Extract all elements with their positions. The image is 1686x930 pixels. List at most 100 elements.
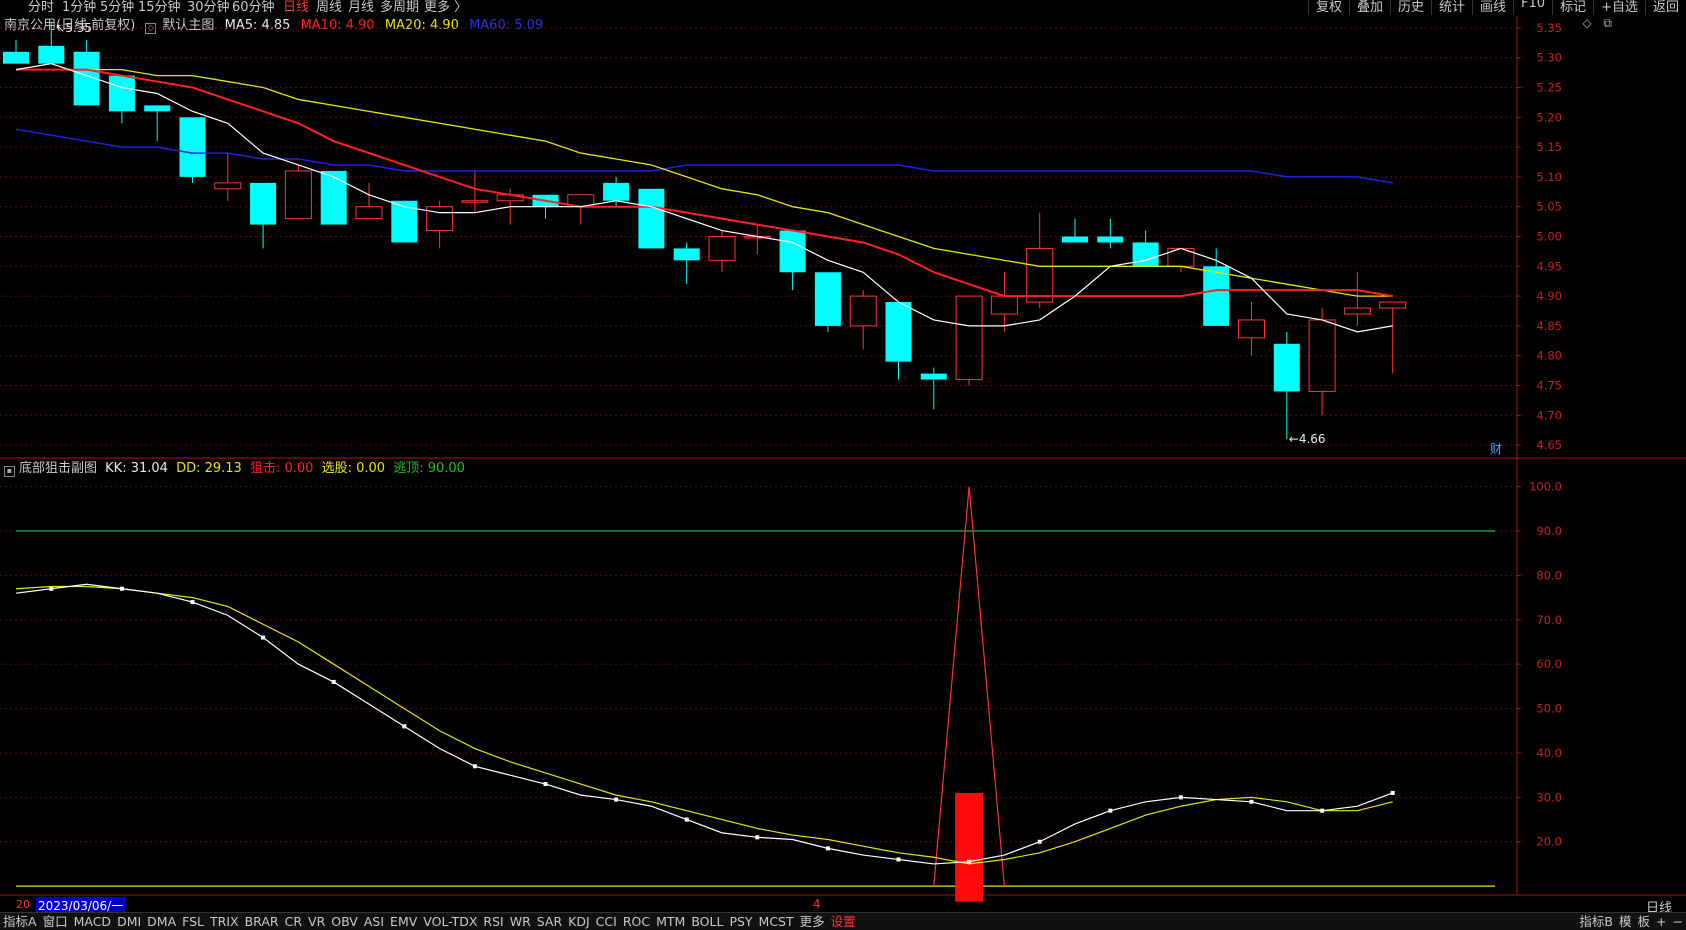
candle-body: [1273, 343, 1300, 392]
indicator-tab-5[interactable]: FSL: [179, 913, 207, 930]
indicator-tab-15[interactable]: WR: [507, 913, 534, 930]
candle: [250, 182, 277, 249]
candle-body: [603, 182, 630, 201]
candle: [1273, 331, 1300, 440]
low-price-label: ←4.66: [1289, 432, 1326, 446]
candle: [1238, 302, 1265, 356]
kk-marker: [825, 846, 830, 851]
indicator-tab-12[interactable]: EMV: [387, 913, 420, 930]
indicator-tab-13[interactable]: VOL-TDX: [420, 913, 480, 930]
kk-marker: [1108, 808, 1113, 813]
candle: [743, 224, 771, 255]
indicator-tab-4[interactable]: DMA: [144, 913, 179, 930]
snipe-bar: [955, 792, 984, 902]
indicator-tab-8[interactable]: CR: [282, 913, 305, 930]
candle: [1026, 212, 1054, 309]
indicator-tab-1[interactable]: 窗口: [40, 913, 71, 930]
chart-canvas[interactable]: 5.35 5.30 5.25 5.20 5.15 5.10 5.05 5.00 4.95 4.90…: [0, 0, 1686, 929]
candle-body: [955, 295, 983, 381]
candle-body: [1203, 266, 1230, 326]
indicator-tick-label: 70.0: [1536, 613, 1562, 627]
candle: [284, 164, 312, 220]
indicator-tab-7[interactable]: BRAR: [242, 913, 282, 930]
finance-marker: 财: [1490, 442, 1502, 456]
indicator-tab-17[interactable]: KDJ: [565, 913, 593, 930]
indicator-tab-21[interactable]: BOLL: [688, 913, 726, 930]
indicator-tab-14[interactable]: RSI: [480, 913, 506, 930]
indicator-tab-6[interactable]: TRIX: [207, 913, 242, 930]
indicator-tab-19[interactable]: ROC: [620, 913, 653, 930]
candle-body: [1062, 236, 1088, 243]
indicator-tab-3[interactable]: DMI: [114, 913, 144, 930]
price-tick-label: 5.10: [1536, 170, 1562, 184]
price-tick-label: 4.80: [1536, 349, 1562, 363]
indicator-tab-18[interactable]: CCI: [593, 913, 620, 930]
price-tick-label: 4.90: [1536, 289, 1562, 303]
indicator-tick-label: 80.0: [1536, 568, 1562, 582]
indicator-tab-22[interactable]: PSY: [726, 913, 755, 930]
candle-body: [638, 188, 665, 249]
candle-body: [3, 51, 29, 64]
bottom-right-button-3[interactable]: +: [1653, 913, 1669, 930]
price-tick-label: 5.15: [1536, 140, 1562, 154]
price-tick-label: 5.05: [1536, 200, 1562, 214]
indicator-tab-24[interactable]: 更多: [797, 913, 828, 930]
candle-body: [885, 302, 912, 362]
kk-marker: [684, 817, 689, 822]
candle-body: [214, 182, 242, 190]
kk-marker: [1037, 839, 1042, 844]
indicator-tab-2[interactable]: MACD: [71, 913, 114, 930]
price-tick-label: 4.95: [1536, 259, 1562, 273]
kk-marker: [896, 857, 901, 862]
indicator-tab-11[interactable]: ASI: [361, 913, 387, 930]
ma60-line: [15, 128, 1393, 184]
kk-marker: [1390, 790, 1395, 795]
candle-body: [814, 272, 841, 326]
candle: [179, 117, 206, 183]
bottom-right-button-2[interactable]: 板: [1635, 913, 1654, 930]
candle-body: [990, 295, 1018, 315]
indicator-tick-label: 100.0: [1529, 480, 1562, 494]
indicator-tab-23[interactable]: MCST: [756, 913, 797, 930]
price-tick-label: 4.85: [1536, 319, 1562, 333]
candle: [779, 230, 806, 291]
candle-body: [144, 105, 171, 112]
kk-marker: [331, 679, 336, 684]
kk-marker: [49, 586, 54, 591]
indicator-tab-0[interactable]: 指标A: [0, 913, 40, 930]
candle: [885, 302, 912, 380]
candle-body: [108, 75, 135, 112]
kk-marker: [261, 635, 266, 640]
kk-marker: [967, 859, 972, 864]
indicator-tab-10[interactable]: OBV: [328, 913, 361, 930]
indicator-tab-9[interactable]: VR: [305, 913, 328, 930]
indicator-tick-label: 20.0: [1536, 835, 1562, 849]
date-axis: 20 2023/03/06/一 4: [0, 897, 1633, 914]
candle: [1343, 272, 1371, 326]
candle: [920, 367, 947, 410]
kk-marker: [543, 782, 548, 787]
kk-marker: [1249, 799, 1254, 804]
date-prefix: 20: [16, 898, 30, 911]
candle: [426, 200, 454, 249]
kk-marker: [402, 724, 407, 729]
price-tick-label: 5.35: [1536, 21, 1562, 35]
price-tick-label: 5.30: [1536, 51, 1562, 65]
candle: [1097, 218, 1124, 249]
indicator-tick-label: 90.0: [1536, 524, 1562, 538]
price-tick-label: 5.00: [1536, 230, 1562, 244]
bottom-right-button-4[interactable]: −: [1670, 913, 1686, 930]
candle-body: [250, 182, 277, 225]
price-tick-label: 5.20: [1536, 110, 1562, 124]
indicator-tab-25[interactable]: 设置: [828, 913, 859, 930]
candle-body: [320, 170, 347, 225]
bottom-right-button-1[interactable]: 模: [1616, 913, 1635, 930]
candle-body: [179, 117, 206, 177]
candle: [1062, 218, 1088, 243]
bottom-right-button-0[interactable]: 指标B: [1576, 913, 1616, 930]
indicator-tab-20[interactable]: MTM: [653, 913, 688, 930]
indicator-tab-16[interactable]: SAR: [534, 913, 565, 930]
indicator-tick-label: 30.0: [1536, 790, 1562, 804]
candle-body: [284, 170, 312, 220]
price-tick-label: 4.65: [1536, 438, 1562, 452]
